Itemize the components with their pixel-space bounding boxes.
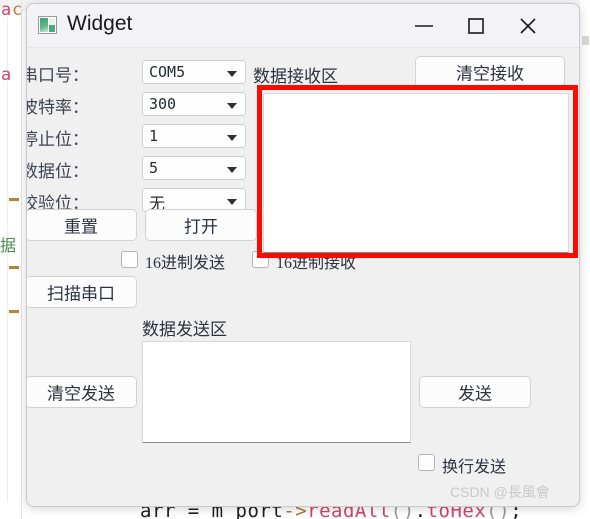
label-port: 串口号：	[26, 66, 89, 85]
send-button-label: 发送	[458, 384, 492, 404]
select-port-value: COM5	[149, 63, 186, 81]
bg-fragment-1: c	[12, 0, 23, 20]
chevron-down-icon	[227, 103, 237, 109]
send-area-label: 数据发送区	[142, 320, 227, 339]
recv-textarea[interactable]	[263, 93, 569, 253]
app-image-icon	[38, 16, 57, 34]
close-icon	[518, 16, 538, 36]
select-stopbits-value: 1	[149, 127, 159, 145]
newline-send-label: 换行发送	[442, 459, 507, 476]
watermark-name: 長風會	[507, 486, 550, 501]
fold-tick-2	[9, 266, 19, 269]
clear-send-button[interactable]: 清空发送	[27, 376, 137, 408]
editor-margin-line	[7, 14, 8, 502]
reset-button-label: 重置	[64, 217, 98, 237]
chevron-down-icon	[227, 71, 237, 77]
minimize-button[interactable]	[398, 4, 450, 47]
recv-area-label: 数据接收区	[253, 67, 338, 86]
minimize-icon	[414, 20, 434, 32]
open-button-label: 打开	[184, 217, 218, 237]
chevron-down-icon	[227, 167, 237, 173]
fold-tick-3	[9, 310, 19, 313]
bg-fragment-3: 据	[0, 238, 17, 255]
clear-recv-button-label: 清空接收	[456, 64, 524, 84]
bg-fragment-0: a	[1, 0, 12, 20]
fold-tick-1	[9, 198, 19, 201]
scrollbar-marker[interactable]	[582, 36, 589, 45]
clear-send-button-label: 清空发送	[47, 384, 115, 404]
label-stopbits: 停止位：	[26, 130, 89, 149]
send-textarea[interactable]	[142, 341, 411, 443]
select-databits[interactable]: 5	[142, 156, 246, 180]
widget-window: Widget 串口号： 波特率： 停止位： 数据位： 校验位： COM5 300…	[26, 3, 580, 507]
chevron-down-icon	[227, 135, 237, 141]
title-bar: Widget	[27, 4, 579, 48]
reset-button[interactable]: 重置	[27, 209, 137, 241]
scan-port-button-label: 扫描串口	[47, 284, 115, 304]
editor-gutter-divider	[21, 0, 22, 519]
editor-right-edge	[580, 0, 590, 519]
chevron-down-icon	[227, 199, 237, 205]
bg-fragment-2: a	[1, 65, 12, 85]
select-databits-value: 5	[149, 159, 159, 177]
label-databits: 数据位：	[26, 162, 89, 181]
hex-recv-checkbox[interactable]	[252, 251, 269, 268]
open-button[interactable]: 打开	[145, 209, 257, 241]
select-baud[interactable]: 300	[142, 92, 246, 116]
label-baud: 波特率：	[26, 98, 89, 117]
select-baud-value: 300	[149, 95, 177, 113]
scan-port-button[interactable]: 扫描串口	[27, 276, 137, 308]
watermark-prefix: CSDN @	[450, 484, 508, 500]
maximize-button[interactable]	[450, 4, 502, 47]
newline-send-checkbox[interactable]	[418, 454, 435, 471]
send-button[interactable]: 发送	[419, 376, 531, 408]
screen: a c a 据 arr = m_port->readAll().toHex();…	[0, 0, 590, 519]
select-stopbits[interactable]: 1	[142, 124, 246, 148]
watermark: CSDN @長風會	[450, 482, 550, 502]
close-button[interactable]	[502, 4, 554, 47]
window-title: Widget	[67, 12, 133, 35]
hex-send-label: 16进制发送	[145, 255, 226, 272]
select-port[interactable]: COM5	[142, 60, 246, 84]
clear-recv-button[interactable]: 清空接收	[415, 56, 565, 88]
maximize-icon	[467, 17, 485, 35]
hex-send-checkbox[interactable]	[121, 251, 138, 268]
